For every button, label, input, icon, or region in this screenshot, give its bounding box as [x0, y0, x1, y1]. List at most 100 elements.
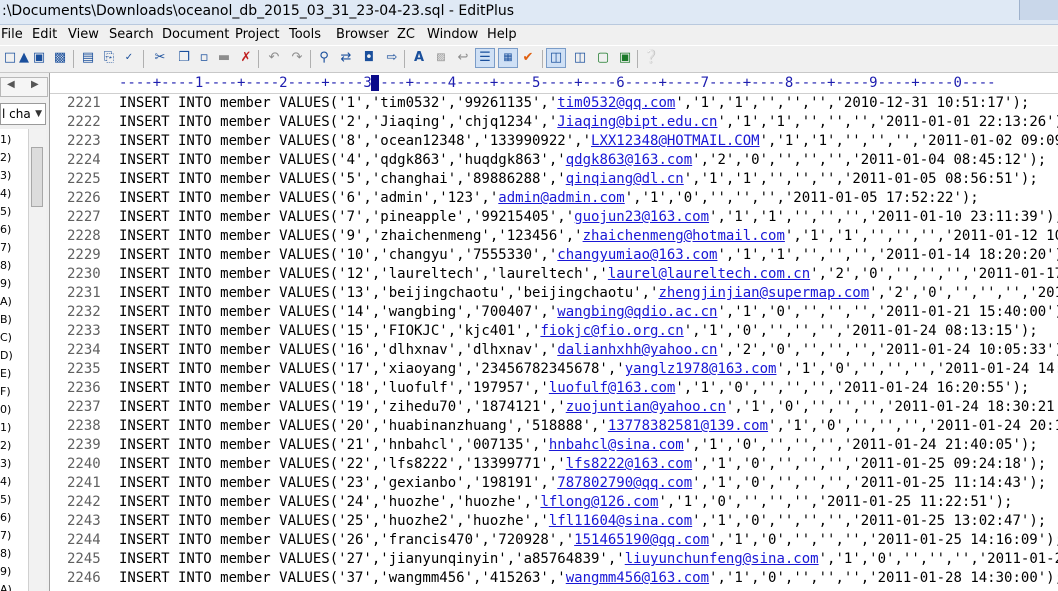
code-text[interactable]: INSERT INTO member VALUES('4','qdgk863',…: [119, 151, 1046, 170]
copy-icon[interactable]: ❐: [176, 50, 192, 66]
menu-document[interactable]: Document: [162, 27, 229, 42]
help-icon[interactable]: ❔: [643, 50, 659, 66]
list-item[interactable]: 5): [0, 493, 11, 506]
cut-icon[interactable]: ✂: [152, 50, 168, 66]
code-text[interactable]: INSERT INTO member VALUES('37','wangmm45…: [119, 569, 1058, 588]
email-link[interactable]: zuojuntian@yahoo.cn: [566, 399, 726, 415]
list-item[interactable]: 7): [0, 529, 11, 542]
code-text[interactable]: INSERT INTO member VALUES('9','zhaichenm…: [119, 227, 1058, 246]
goto-icon[interactable]: ⇨: [384, 50, 400, 66]
code-text[interactable]: INSERT INTO member VALUES('14','wangbing…: [119, 303, 1058, 322]
email-link[interactable]: 13778382581@139.com: [608, 418, 768, 434]
code-text[interactable]: INSERT INTO member VALUES('13','beijingc…: [119, 284, 1058, 303]
code-text[interactable]: INSERT INTO member VALUES('25','huozhe2'…: [119, 512, 1046, 531]
open-icon[interactable]: ▲: [16, 50, 32, 66]
code-text[interactable]: INSERT INTO member VALUES('27','jianyunq…: [119, 550, 1058, 569]
find-in-files-icon[interactable]: ◘: [361, 50, 377, 66]
email-link[interactable]: liuyunchunfeng@sina.com: [625, 551, 819, 567]
list-item[interactable]: 8): [0, 547, 11, 560]
redo-icon[interactable]: ↷: [289, 50, 305, 66]
email-link[interactable]: LXX12348@HOTMAIL.COM: [591, 133, 760, 149]
email-link[interactable]: lflong@126.com: [540, 494, 658, 510]
spell-check-icon[interactable]: ✓: [121, 50, 137, 66]
list-item[interactable]: 7): [0, 241, 11, 254]
save-icon[interactable]: ▣: [31, 50, 47, 66]
list-item[interactable]: 1): [0, 133, 11, 146]
email-link[interactable]: qinqiang@dl.cn: [566, 171, 684, 187]
list-item[interactable]: 2): [0, 439, 11, 452]
email-link[interactable]: laurel@laureltech.com.cn: [608, 266, 810, 282]
hex-icon[interactable]: ▨: [432, 50, 450, 66]
email-link[interactable]: guojun23@163.com: [574, 209, 709, 225]
menu-help[interactable]: Help: [487, 27, 517, 42]
email-link[interactable]: 151465190@qq.com: [574, 532, 709, 548]
word-wrap-icon[interactable]: ↩: [455, 50, 471, 66]
delete-icon[interactable]: ✗: [238, 50, 254, 66]
font-icon[interactable]: A: [411, 50, 427, 66]
email-link[interactable]: fiokjc@fio.org.cn: [540, 323, 683, 339]
output-window-icon[interactable]: ▢: [595, 50, 611, 66]
menu-file[interactable]: File: [1, 27, 23, 42]
code-text[interactable]: INSERT INTO member VALUES('18','luofulf'…: [119, 379, 1029, 398]
paste-special-icon[interactable]: ▬: [216, 50, 232, 66]
list-item[interactable]: A): [0, 295, 12, 308]
code-text[interactable]: INSERT INTO member VALUES('2','Jiaqing',…: [119, 113, 1058, 132]
scrollbar-thumb[interactable]: [31, 147, 43, 207]
list-item[interactable]: 0): [0, 403, 11, 416]
email-link[interactable]: zhaichenmeng@hotmail.com: [583, 228, 785, 244]
list-item[interactable]: B): [0, 313, 12, 326]
email-link[interactable]: changyumiao@163.com: [557, 247, 717, 263]
code-text[interactable]: INSERT INTO member VALUES('17','xiaoyang…: [119, 360, 1058, 379]
list-item[interactable]: F): [0, 385, 11, 398]
code-text[interactable]: INSERT INTO member VALUES('5','changhai'…: [119, 170, 1038, 189]
list-item[interactable]: C): [0, 331, 12, 344]
email-link[interactable]: admin@admin.com: [498, 190, 624, 206]
list-item[interactable]: 1): [0, 421, 11, 434]
menu-zc[interactable]: ZC: [397, 27, 415, 42]
code-text[interactable]: INSERT INTO member VALUES('20','huabinan…: [119, 417, 1058, 436]
code-text[interactable]: INSERT INTO member VALUES('16','dlhxnav'…: [119, 341, 1058, 360]
arrow-right-icon[interactable]: ▶: [31, 79, 39, 90]
email-link[interactable]: hnbahcl@sina.com: [549, 437, 684, 453]
find-icon[interactable]: ⚲: [316, 50, 332, 66]
code-text[interactable]: INSERT INTO member VALUES('1','tim0532',…: [119, 94, 1029, 113]
code-text[interactable]: INSERT INTO member VALUES('24','huozhe',…: [119, 493, 1012, 512]
check-icon[interactable]: ✔: [520, 50, 536, 66]
list-item[interactable]: 8): [0, 259, 11, 272]
list-item[interactable]: 3): [0, 169, 11, 182]
email-link[interactable]: yanglz1978@163.com: [625, 361, 777, 377]
print-icon[interactable]: ⎘: [101, 50, 117, 66]
code-text[interactable]: INSERT INTO member VALUES('19','zihedu70…: [119, 398, 1058, 417]
window-controls[interactable]: [1019, 0, 1058, 20]
menu-browser[interactable]: Browser: [336, 27, 389, 42]
list-item[interactable]: 6): [0, 511, 11, 524]
code-text[interactable]: INSERT INTO member VALUES('21','hnbahcl'…: [119, 436, 1038, 455]
cliptext-window-icon[interactable]: ◫: [572, 50, 588, 66]
list-item[interactable]: 5): [0, 205, 11, 218]
code-text[interactable]: INSERT INTO member VALUES('23','gexianbo…: [119, 474, 1046, 493]
undo-icon[interactable]: ↶: [266, 50, 282, 66]
code-text[interactable]: INSERT INTO member VALUES('26','francis4…: [119, 531, 1058, 550]
list-item[interactable]: 9): [0, 277, 11, 290]
menu-view[interactable]: View: [68, 27, 99, 42]
print-preview-icon[interactable]: ▤: [80, 50, 96, 66]
menu-edit[interactable]: Edit: [32, 27, 57, 42]
email-link[interactable]: qdgk863@163.com: [566, 152, 692, 168]
menu-tools[interactable]: Tools: [289, 27, 321, 42]
arrow-left-icon[interactable]: ◀: [7, 79, 15, 90]
list-item[interactable]: 3): [0, 457, 11, 470]
code-text[interactable]: INSERT INTO member VALUES('12','laurelte…: [119, 265, 1058, 284]
email-link[interactable]: 787802790@qq.com: [557, 475, 692, 491]
list-item[interactable]: 4): [0, 187, 11, 200]
list-item[interactable]: A): [0, 583, 12, 591]
menu-project[interactable]: Project: [235, 27, 279, 42]
email-link[interactable]: lfs8222@163.com: [566, 456, 692, 472]
email-link[interactable]: wangbing@qdio.ac.cn: [557, 304, 717, 320]
email-link[interactable]: wangmm456@163.com: [566, 570, 709, 586]
code-text[interactable]: INSERT INTO member VALUES('22','lfs8222'…: [119, 455, 1046, 474]
save-all-icon[interactable]: ▩: [52, 50, 68, 66]
text-editor[interactable]: 2221 INSERT INTO member VALUES('1','tim05…: [50, 94, 1058, 591]
charset-dropdown[interactable]: l cha ▼: [0, 103, 46, 125]
code-text[interactable]: INSERT INTO member VALUES('8','ocean1234…: [119, 132, 1058, 151]
menu-window[interactable]: Window: [427, 27, 478, 42]
